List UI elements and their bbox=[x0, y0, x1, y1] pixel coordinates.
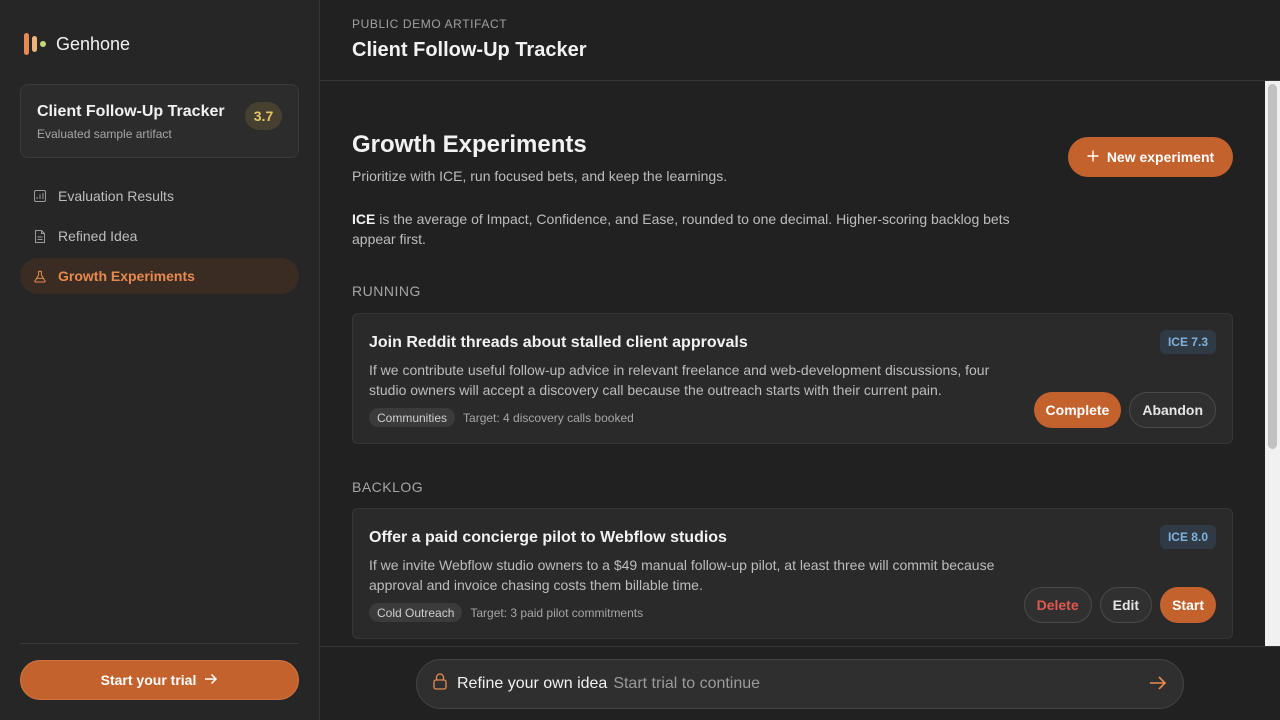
brand[interactable]: Genhone bbox=[24, 32, 130, 56]
experiment-card-running: Join Reddit threads about stalled client… bbox=[352, 313, 1233, 444]
sidebar-item-refined-idea[interactable]: Refined Idea bbox=[20, 218, 299, 254]
header-eyebrow: PUBLIC DEMO ARTIFACT bbox=[352, 17, 508, 31]
refine-idea-label: Refine your own idea bbox=[457, 675, 608, 692]
edit-button[interactable]: Edit bbox=[1099, 587, 1153, 623]
experiment-title: Join Reddit threads about stalled client… bbox=[369, 334, 748, 351]
sidebar-item-label: Evaluation Results bbox=[58, 188, 174, 204]
complete-button[interactable]: Complete bbox=[1033, 392, 1122, 428]
ice-score-badge: ICE 8.0 bbox=[1159, 525, 1216, 549]
ice-explanation: ICE is the average of Impact, Confidence… bbox=[352, 209, 1042, 249]
sidebar-item-label: Growth Experiments bbox=[58, 268, 195, 284]
sidebar-nav: Evaluation Results Refined Idea Growth E… bbox=[20, 178, 299, 298]
ice-score-badge: ICE 7.3 bbox=[1159, 330, 1216, 354]
experiment-target: Target: 3 paid pilot commitments bbox=[470, 605, 644, 620]
start-button[interactable]: Start bbox=[1160, 587, 1216, 623]
sidebar-item-label: Refined Idea bbox=[58, 228, 138, 244]
bottom-bar: Refine your own idea Start trial to cont… bbox=[320, 646, 1280, 720]
page-header: PUBLIC DEMO ARTIFACT Client Follow-Up Tr… bbox=[320, 0, 1280, 81]
submit-arrow-icon[interactable] bbox=[1149, 675, 1167, 696]
experiment-target: Target: 4 discovery calls booked bbox=[463, 410, 634, 425]
artifact-subtitle: Evaluated sample artifact bbox=[37, 127, 172, 141]
start-trial-label: Start your trial bbox=[100, 672, 197, 688]
section-running-label: RUNNING bbox=[352, 283, 421, 299]
score-badge: 3.7 bbox=[245, 102, 282, 130]
document-icon bbox=[34, 230, 46, 243]
header-title: Client Follow-Up Tracker bbox=[352, 39, 587, 61]
page-title: Growth Experiments bbox=[352, 131, 587, 158]
ice-explanation-text: is the average of Impact, Confidence, an… bbox=[352, 211, 1010, 247]
channel-tag: Cold Outreach bbox=[369, 603, 463, 622]
experiment-description: If we invite Webflow studio owners to a … bbox=[369, 557, 995, 593]
start-trial-button[interactable]: Start your trial bbox=[20, 660, 299, 700]
lock-icon bbox=[433, 673, 447, 695]
channel-tag: Communities bbox=[369, 408, 456, 427]
artifact-card[interactable]: Client Follow-Up Tracker Evaluated sampl… bbox=[20, 84, 299, 158]
refine-idea-placeholder: Start trial to continue bbox=[613, 675, 761, 692]
brand-name: Genhone bbox=[56, 33, 131, 54]
sidebar: Genhone Client Follow-Up Tracker Evaluat… bbox=[0, 0, 320, 720]
experiment-description: If we contribute useful follow-up advice… bbox=[369, 362, 990, 398]
page-subtitle: Prioritize with ICE, run focused bets, a… bbox=[352, 168, 728, 184]
abandon-button[interactable]: Abandon bbox=[1129, 392, 1216, 428]
sidebar-divider bbox=[20, 643, 299, 644]
main-content: Growth Experiments Prioritize with ICE, … bbox=[320, 81, 1265, 646]
section-backlog-label: BACKLOG bbox=[352, 479, 424, 495]
sidebar-item-evaluation-results[interactable]: Evaluation Results bbox=[20, 178, 299, 214]
sidebar-item-growth-experiments[interactable]: Growth Experiments bbox=[20, 258, 299, 294]
arrow-right-icon bbox=[204, 672, 218, 688]
ice-term: ICE bbox=[352, 211, 376, 227]
experiment-actions: Delete Edit Start bbox=[1023, 587, 1216, 623]
main-scrollbar-thumb[interactable] bbox=[1268, 84, 1277, 449]
experiment-meta: Communities Target: 4 discovery calls bo… bbox=[369, 408, 634, 427]
new-experiment-label: New experiment bbox=[1106, 149, 1215, 165]
plus-icon bbox=[1087, 149, 1099, 165]
chart-icon bbox=[34, 190, 46, 202]
experiment-meta: Cold Outreach Target: 3 paid pilot commi… bbox=[369, 603, 643, 622]
delete-button[interactable]: Delete bbox=[1023, 587, 1092, 623]
experiment-title: Offer a paid concierge pilot to Webflow … bbox=[369, 529, 727, 546]
experiment-actions: Complete Abandon bbox=[1033, 392, 1216, 428]
genhone-logo-icon bbox=[24, 32, 46, 56]
flask-icon bbox=[34, 270, 46, 283]
refine-idea-input[interactable]: Refine your own idea Start trial to cont… bbox=[416, 659, 1184, 709]
experiment-card-backlog: Offer a paid concierge pilot to Webflow … bbox=[352, 508, 1233, 639]
new-experiment-button[interactable]: New experiment bbox=[1068, 137, 1233, 177]
